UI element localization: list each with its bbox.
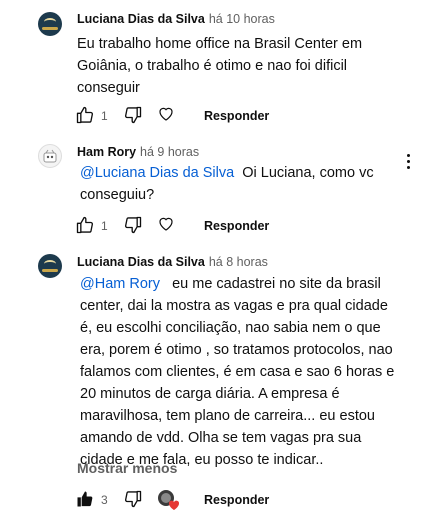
like-button[interactable] (75, 105, 95, 125)
avatar-icon (43, 149, 57, 163)
thumbs-down-icon (124, 106, 142, 124)
heart-button[interactable] (157, 105, 175, 123)
comment-text: @Ham Rory eu me cadastrei no site da bra… (80, 273, 398, 471)
reply-text: eu me cadastrei no site da brasil center… (80, 276, 395, 468)
mention-link[interactable]: @Ham Rory (80, 276, 160, 292)
reply-button[interactable]: Responder (204, 219, 269, 233)
like-button[interactable] (75, 215, 95, 235)
comment-time[interactable]: há 10 horas (209, 12, 275, 26)
dislike-button[interactable] (123, 105, 143, 125)
reply-button[interactable]: Responder (204, 493, 269, 507)
avatar[interactable] (38, 254, 62, 278)
like-count: 1 (101, 219, 108, 233)
heart-icon (159, 217, 173, 231)
like-count: 3 (101, 493, 108, 507)
comment-header: Ham Rory há 9 horas (77, 145, 199, 159)
reply-button[interactable]: Responder (204, 109, 269, 123)
like-count: 1 (101, 109, 108, 123)
heart-icon (159, 107, 173, 121)
creator-heart-icon[interactable] (157, 489, 181, 511)
dislike-button[interactable] (123, 489, 143, 509)
comment-header: Luciana Dias da Silva há 8 horas (77, 255, 268, 269)
author-name[interactable]: Ham Rory (77, 145, 136, 159)
thumbs-down-icon (124, 216, 142, 234)
show-less-button[interactable]: Mostrar menos (77, 460, 177, 476)
dislike-button[interactable] (123, 215, 143, 235)
author-name[interactable]: Luciana Dias da Silva (77, 255, 205, 269)
thumbs-up-icon (76, 106, 94, 124)
thumbs-down-icon (124, 490, 142, 508)
comment-text: Eu trabalho home office na Brasil Center… (77, 36, 363, 96)
author-name[interactable]: Luciana Dias da Silva (77, 12, 205, 26)
comment-time[interactable]: há 8 horas (209, 255, 268, 269)
comment-time[interactable]: há 9 horas (140, 145, 199, 159)
avatar[interactable] (38, 144, 62, 168)
heart-button[interactable] (157, 215, 175, 233)
thumbs-up-icon (76, 216, 94, 234)
mention-link[interactable]: @Luciana Dias da Silva (80, 165, 234, 181)
thumbs-up-filled-icon (77, 491, 93, 507)
comment-text: @Luciana Dias da Silva Oi Luciana, como … (80, 162, 380, 206)
avatar[interactable] (38, 12, 62, 36)
like-button[interactable] (75, 489, 95, 509)
more-vert-icon[interactable] (400, 152, 416, 172)
comment-header: Luciana Dias da Silva há 10 horas (77, 12, 275, 26)
